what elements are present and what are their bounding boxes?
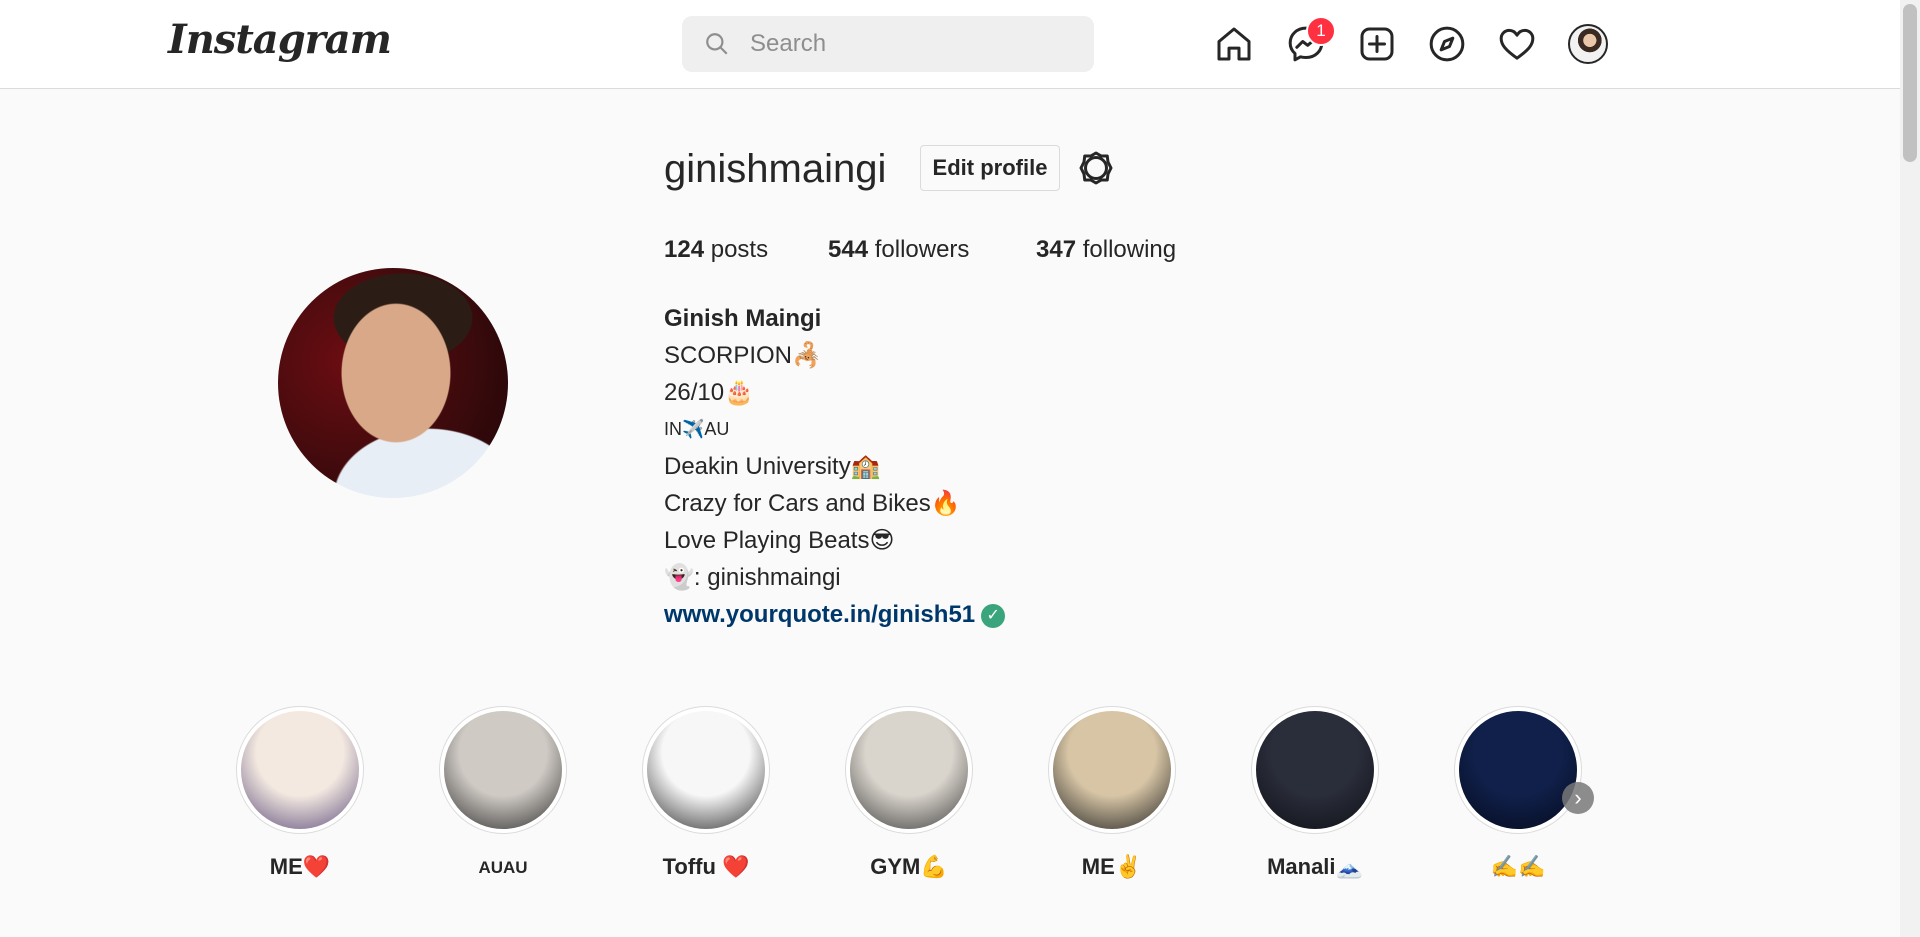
- activity-heart-icon[interactable]: [1497, 24, 1537, 64]
- profile-username: ginishmaingi: [664, 147, 887, 191]
- highlight-item[interactable]: Toffu ❤️: [640, 706, 772, 880]
- bio-line: 26/10🎂: [664, 379, 754, 406]
- posts-count: 124 posts: [664, 235, 768, 265]
- messages-notification-badge: 1: [1306, 16, 1336, 46]
- new-post-icon[interactable]: [1357, 24, 1397, 64]
- scrollbar-thumb[interactable]: [1903, 4, 1917, 162]
- profile-bio: Ginish Maingi SCORPION🦂 26/10🎂 IN✈️AU De…: [664, 300, 1006, 633]
- highlight-ring: [1251, 706, 1379, 834]
- followers-number: 544: [828, 236, 869, 263]
- followers-label: followers: [868, 236, 970, 263]
- website-link[interactable]: www.yourquote.in/ginish51: [664, 601, 975, 628]
- highlight-ring: [439, 706, 567, 834]
- highlight-cover-image: [850, 711, 968, 829]
- highlight-label: ✍️✍️: [1490, 854, 1546, 879]
- highlight-item[interactable]: Manali🗻: [1249, 706, 1381, 880]
- search-input[interactable]: [748, 29, 1072, 59]
- full-name: Ginish Maingi: [664, 305, 822, 332]
- verified-check-icon: ✓: [981, 603, 1006, 628]
- profile-avatar[interactable]: [1568, 24, 1608, 64]
- highlight-ring: [1048, 706, 1176, 834]
- posts-number: 124: [664, 236, 705, 263]
- instagram-logo[interactable]: Instagram: [168, 16, 392, 63]
- highlight-cover-image: [241, 711, 359, 829]
- search-box[interactable]: [682, 16, 1094, 72]
- bio-line: IN✈️AU: [664, 419, 730, 439]
- home-icon[interactable]: [1214, 24, 1254, 64]
- highlight-label: ME❤️: [269, 854, 331, 879]
- highlight-cover-image: [1459, 711, 1577, 829]
- highlight-label: ME✌️: [1081, 854, 1143, 879]
- followers-link[interactable]: 544 followers: [828, 235, 969, 265]
- highlight-ring: [845, 706, 973, 834]
- highlight-cover-image: [647, 711, 765, 829]
- highlight-item[interactable]: ME✌️: [1046, 706, 1178, 880]
- highlight-item[interactable]: AUAU: [437, 706, 569, 878]
- highlight-cover-image: [444, 711, 562, 829]
- highlight-label: GYM💪: [870, 854, 948, 879]
- highlight-ring: [236, 706, 364, 834]
- highlight-ring: [1454, 706, 1582, 834]
- bio-line: Crazy for Cars and Bikes🔥: [664, 490, 961, 517]
- highlights-next-arrow-icon[interactable]: ›: [1562, 782, 1594, 814]
- top-navigation-bar: Instagram 1: [0, 0, 1900, 89]
- highlight-label: AUAU: [478, 858, 528, 877]
- profile-picture[interactable]: [278, 268, 508, 498]
- bio-line: Deakin University🏫: [664, 453, 881, 480]
- highlight-item[interactable]: ME❤️: [234, 706, 366, 880]
- explore-icon[interactable]: [1427, 24, 1467, 64]
- highlight-cover-image: [1053, 711, 1171, 829]
- following-number: 347: [1036, 236, 1077, 263]
- posts-label: posts: [704, 236, 769, 263]
- search-icon: [706, 33, 728, 55]
- highlight-item[interactable]: GYM💪: [843, 706, 975, 880]
- edit-profile-button[interactable]: Edit profile: [920, 145, 1060, 191]
- following-label: following: [1076, 236, 1177, 263]
- highlight-ring: [642, 706, 770, 834]
- bio-line: Love Playing Beats😎: [664, 527, 895, 554]
- bio-line: 👻: ginishmaingi: [664, 564, 841, 591]
- highlight-cover-image: [1256, 711, 1374, 829]
- highlight-label: Manali🗻: [1267, 854, 1363, 879]
- highlight-label: Toffu ❤️: [662, 854, 750, 879]
- following-link[interactable]: 347 following: [1036, 235, 1176, 265]
- bio-line: SCORPION🦂: [664, 342, 822, 369]
- settings-gear-icon[interactable]: [1078, 150, 1114, 186]
